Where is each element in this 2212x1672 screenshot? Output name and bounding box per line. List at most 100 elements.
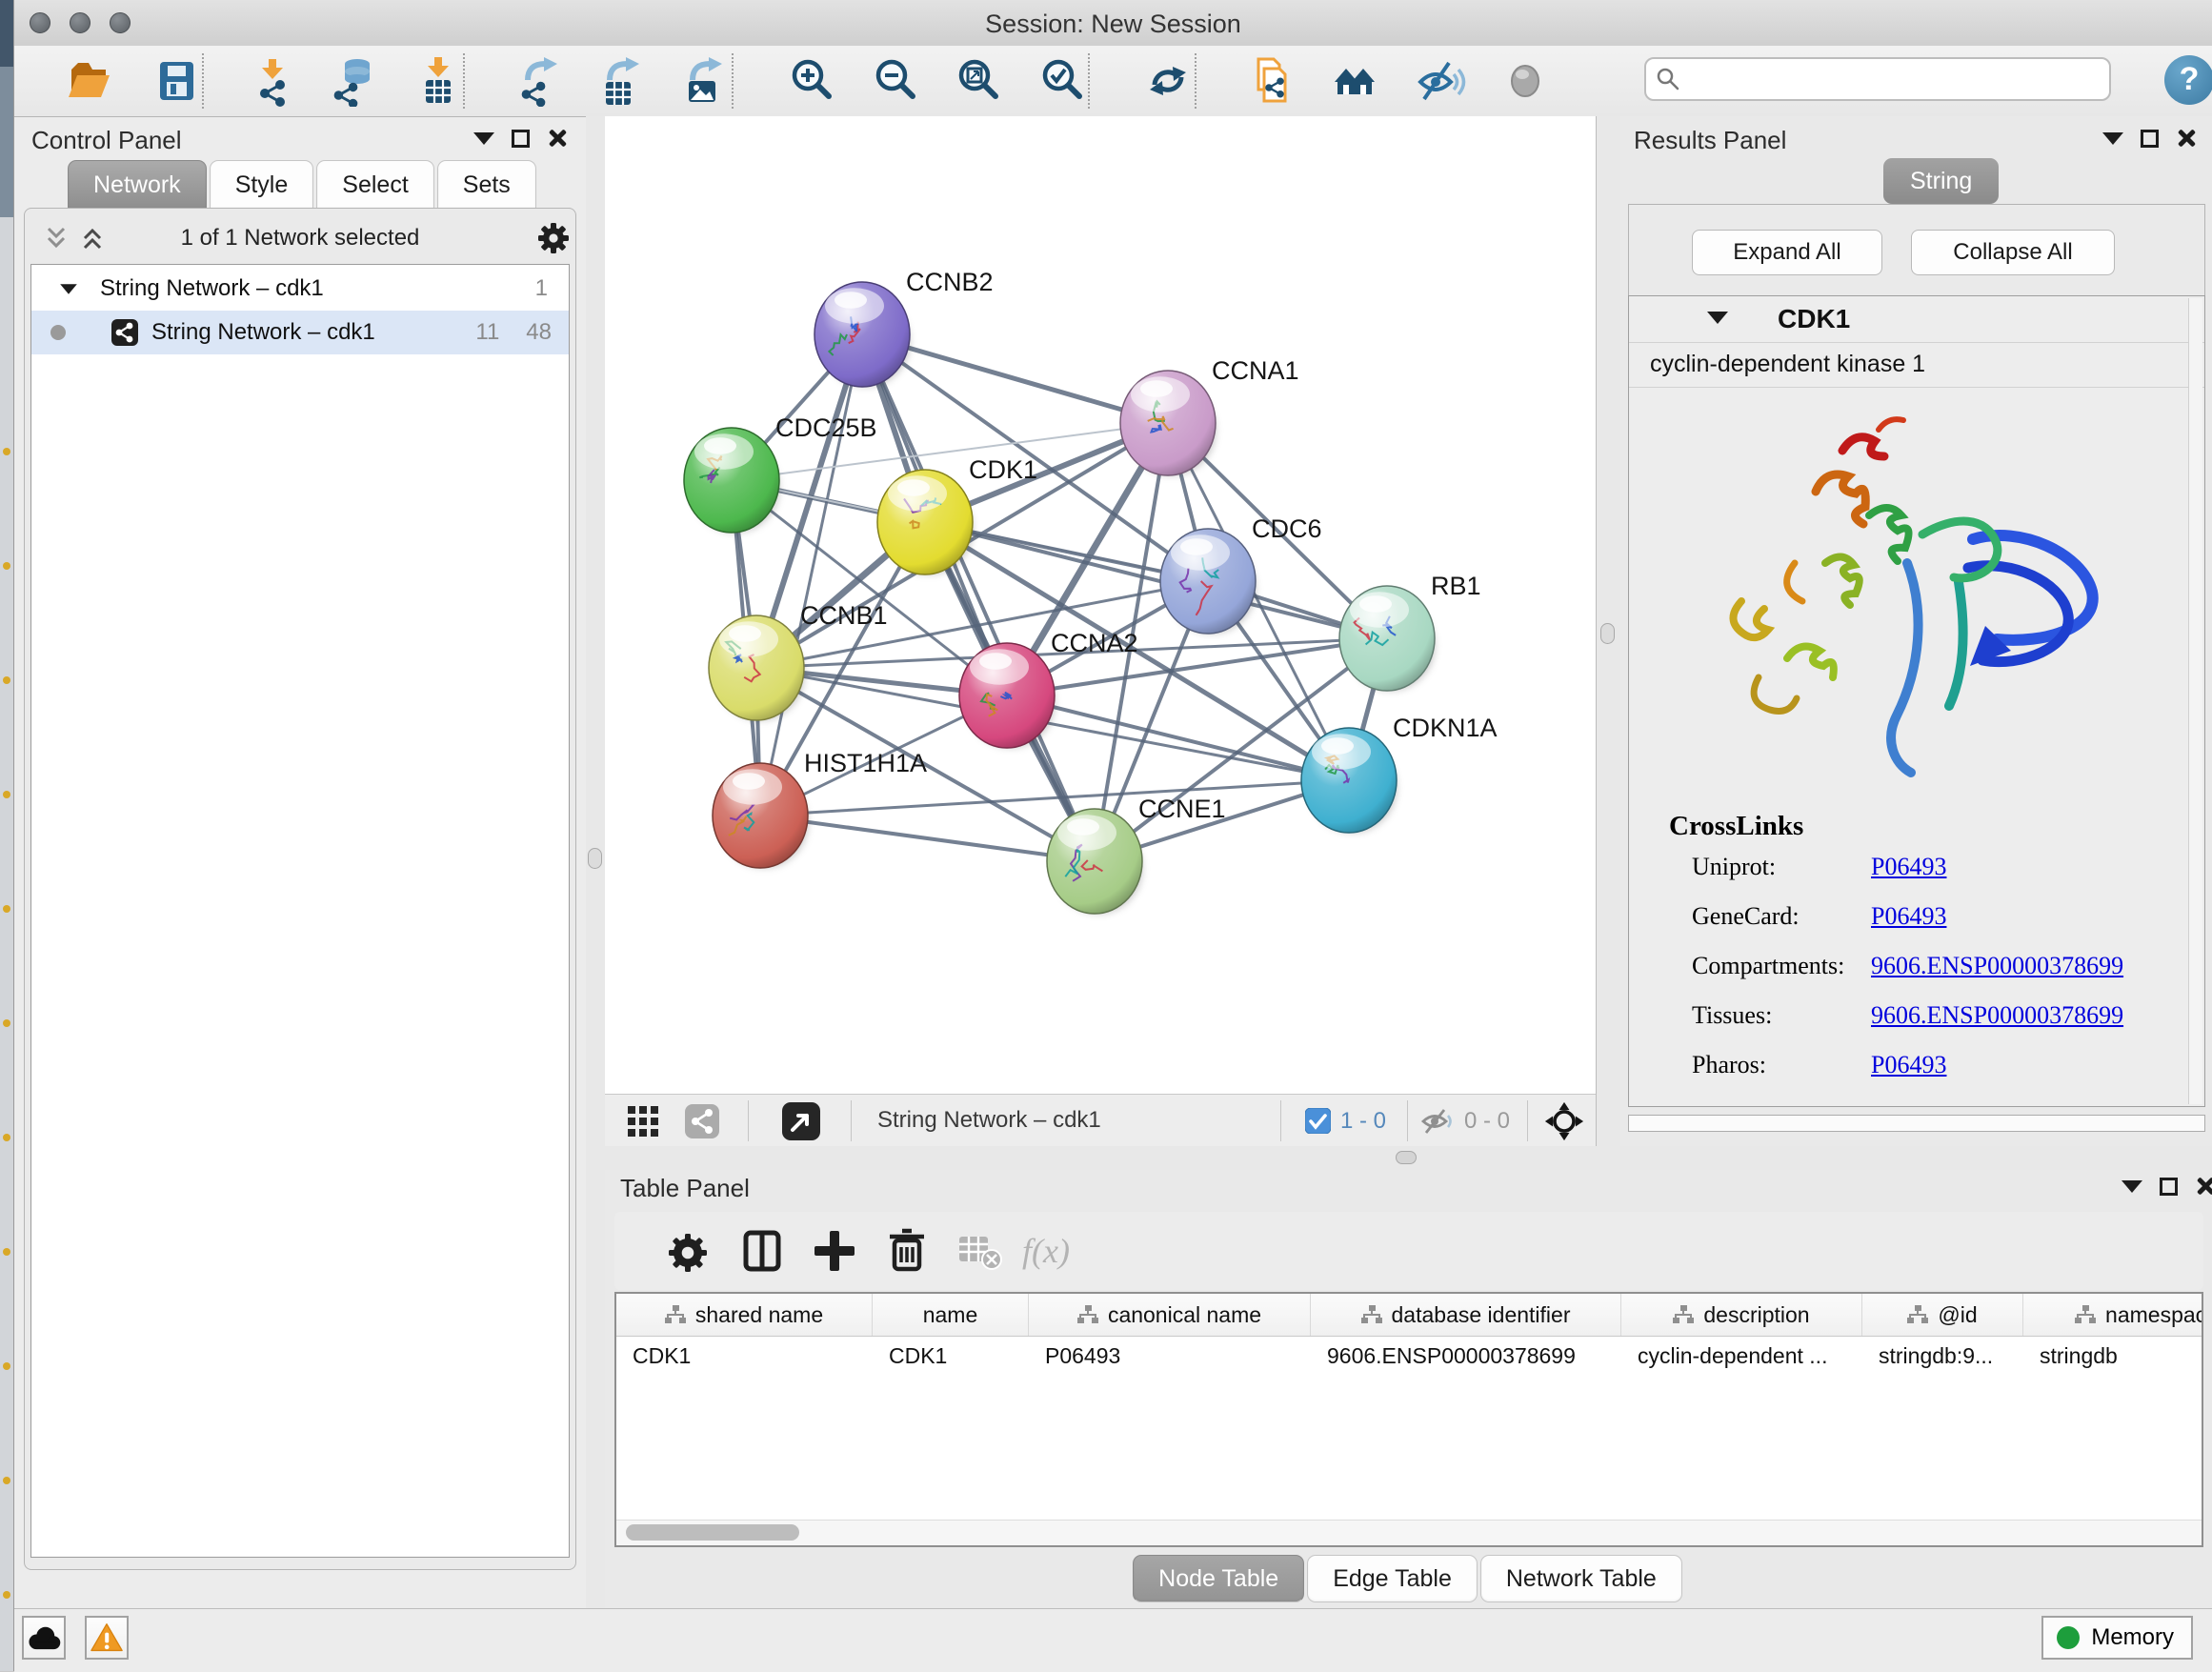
cell-canonical-name[interactable]: P06493 bbox=[1029, 1336, 1311, 1376]
results-tab-string[interactable]: String bbox=[1883, 158, 1999, 204]
column-header-shared-name[interactable]: shared name bbox=[616, 1294, 873, 1336]
column-header-description[interactable]: description bbox=[1621, 1294, 1862, 1336]
network-collection-row[interactable]: String Network – cdk1 1 bbox=[31, 267, 569, 311]
table-panel-maximize-icon[interactable] bbox=[2160, 1178, 2178, 1196]
column-header-canonical-name[interactable]: canonical name bbox=[1029, 1294, 1311, 1336]
hide-enhanced-graphics-icon[interactable] bbox=[1415, 55, 1466, 107]
node-RB1[interactable]: RB1 bbox=[1339, 572, 1481, 691]
gene-section-header[interactable]: CDK1 bbox=[1629, 296, 2204, 342]
gene-collapse-icon[interactable] bbox=[1707, 312, 1728, 324]
export-network-icon[interactable] bbox=[513, 55, 564, 107]
results-scrollbar[interactable] bbox=[2188, 298, 2202, 1104]
help-button[interactable]: ? bbox=[2164, 55, 2212, 105]
edge-CCNB2-CCNE1[interactable] bbox=[862, 334, 1095, 861]
clone-network-icon[interactable] bbox=[1246, 55, 1297, 107]
memory-button[interactable]: Memory bbox=[2041, 1616, 2193, 1660]
crosslink-link[interactable]: P06493 bbox=[1871, 902, 1946, 931]
right-splitter-handle[interactable] bbox=[1600, 623, 1615, 644]
column-header--id[interactable]: @id bbox=[1862, 1294, 2023, 1336]
selected-checkbox-icon[interactable] bbox=[1305, 1108, 1331, 1134]
node-CCNB2[interactable]: CCNB2 bbox=[814, 268, 994, 387]
control-panel-maximize-icon[interactable] bbox=[512, 130, 530, 148]
table-panel-float-icon[interactable] bbox=[2122, 1180, 2142, 1193]
cell-description[interactable]: cyclin-dependent ... bbox=[1621, 1336, 1862, 1376]
delete-column-trash-icon[interactable] bbox=[881, 1225, 933, 1277]
zoom-selected-icon[interactable] bbox=[1036, 55, 1088, 107]
export-table-icon[interactable] bbox=[594, 55, 646, 107]
table-settings-gear-icon[interactable] bbox=[662, 1225, 714, 1277]
table-tab-node-table[interactable]: Node Table bbox=[1133, 1555, 1304, 1602]
control-tab-select[interactable]: Select bbox=[316, 160, 433, 209]
open-session-icon[interactable] bbox=[64, 55, 115, 107]
node-CCNA1[interactable]: CCNA1 bbox=[1120, 356, 1299, 475]
control-tab-sets[interactable]: Sets bbox=[437, 160, 536, 209]
warning-status-button[interactable] bbox=[85, 1616, 129, 1660]
column-header-namespace[interactable]: namespace bbox=[2023, 1294, 2203, 1336]
table-hscrollbar[interactable] bbox=[616, 1520, 2202, 1545]
table-tab-network-table[interactable]: Network Table bbox=[1480, 1555, 1682, 1602]
cell-name[interactable]: CDK1 bbox=[873, 1336, 1029, 1376]
table-hscrollbar-thumb[interactable] bbox=[626, 1524, 799, 1541]
refresh-view-icon[interactable] bbox=[1142, 55, 1194, 107]
results-panel-float-icon[interactable] bbox=[2102, 132, 2123, 145]
control-tab-style[interactable]: Style bbox=[210, 160, 314, 209]
cell-database-identifier[interactable]: 9606.ENSP00000378699 bbox=[1311, 1336, 1621, 1376]
birdseye-grid-icon[interactable] bbox=[628, 1106, 660, 1137]
search-input[interactable] bbox=[1644, 57, 2111, 101]
horizontal-splitter[interactable] bbox=[605, 1146, 2212, 1170]
table-panel-close-icon[interactable] bbox=[2195, 1176, 2212, 1197]
hidden-eye-icon[interactable] bbox=[1420, 1108, 1455, 1135]
cell--id[interactable]: stringdb:9... bbox=[1862, 1336, 2023, 1376]
column-header-database-identifier[interactable]: database identifier bbox=[1311, 1294, 1621, 1336]
column-header-label: description bbox=[1703, 1302, 1809, 1328]
import-table-file-icon[interactable] bbox=[412, 55, 464, 107]
crosslink-link[interactable]: P06493 bbox=[1871, 1051, 1946, 1079]
import-network-file-icon[interactable] bbox=[247, 55, 298, 107]
background-dot bbox=[3, 1248, 10, 1256]
network-column-icon bbox=[1361, 1305, 1382, 1324]
edge-CCNB2-HIST1H1A[interactable] bbox=[760, 334, 862, 816]
table-row[interactable]: CDK1CDK1P064939606.ENSP00000378699cyclin… bbox=[616, 1336, 2203, 1376]
collapse-all-button[interactable]: Collapse All bbox=[1911, 230, 2115, 275]
network-share-icon[interactable] bbox=[685, 1104, 719, 1138]
results-panel-maximize-icon[interactable] bbox=[2141, 130, 2159, 148]
show-graphics-details-icon[interactable] bbox=[1499, 55, 1551, 107]
edge-HIST1H1A-CCNE1[interactable] bbox=[760, 816, 1095, 861]
results-panel-close-icon[interactable] bbox=[2176, 128, 2197, 149]
import-network-database-icon[interactable] bbox=[327, 55, 378, 107]
cell-shared-name[interactable]: CDK1 bbox=[616, 1336, 873, 1376]
app-window: Session: New Session ? Control Panel Net… bbox=[13, 0, 2212, 1671]
left-splitter[interactable] bbox=[586, 116, 605, 1608]
cloud-status-button[interactable] bbox=[22, 1616, 66, 1660]
horizontal-splitter-handle[interactable] bbox=[1396, 1151, 1417, 1164]
create-column-plus-icon[interactable] bbox=[809, 1225, 860, 1277]
collection-collapse-icon[interactable] bbox=[60, 284, 77, 293]
control-tab-network[interactable]: Network bbox=[68, 160, 207, 209]
expand-all-button[interactable]: Expand All bbox=[1692, 230, 1882, 275]
fit-selected-crosshair-icon[interactable] bbox=[1544, 1101, 1584, 1141]
string-home-icon[interactable] bbox=[1331, 55, 1382, 107]
network-canvas[interactable]: CCNB2CCNA1CDC25BCDK1CDC6RB1CCNB1CCNA2CDK… bbox=[605, 116, 1596, 1094]
column-header-name[interactable]: name bbox=[873, 1294, 1029, 1336]
right-splitter[interactable] bbox=[1596, 116, 1621, 1146]
node-CCNB1[interactable]: CCNB1 bbox=[709, 601, 888, 720]
zoom-fit-icon[interactable] bbox=[953, 55, 1004, 107]
network-row[interactable]: String Network – cdk1 11 48 bbox=[31, 311, 569, 354]
cell-namespace[interactable]: stringdb bbox=[2023, 1336, 2203, 1376]
node-CDKN1A[interactable]: CDKN1A bbox=[1301, 714, 1498, 833]
network-options-gear-icon[interactable] bbox=[537, 222, 570, 254]
zoom-out-icon[interactable] bbox=[870, 55, 921, 107]
export-image-icon[interactable] bbox=[677, 55, 729, 107]
delete-table-icon-disabled bbox=[954, 1225, 1005, 1277]
table-tab-edge-table[interactable]: Edge Table bbox=[1307, 1555, 1478, 1602]
crosslink-link[interactable]: 9606.ENSP00000378699 bbox=[1871, 952, 2123, 980]
zoom-in-icon[interactable] bbox=[786, 55, 837, 107]
open-in-window-icon[interactable] bbox=[782, 1102, 820, 1140]
crosslink-link[interactable]: P06493 bbox=[1871, 853, 1946, 881]
show-columns-icon[interactable] bbox=[736, 1225, 788, 1277]
left-splitter-handle[interactable] bbox=[588, 848, 602, 869]
control-panel-float-icon[interactable] bbox=[473, 132, 494, 145]
save-session-icon[interactable] bbox=[151, 55, 202, 107]
control-panel-close-icon[interactable] bbox=[547, 128, 568, 149]
crosslink-link[interactable]: 9606.ENSP00000378699 bbox=[1871, 1001, 2123, 1030]
